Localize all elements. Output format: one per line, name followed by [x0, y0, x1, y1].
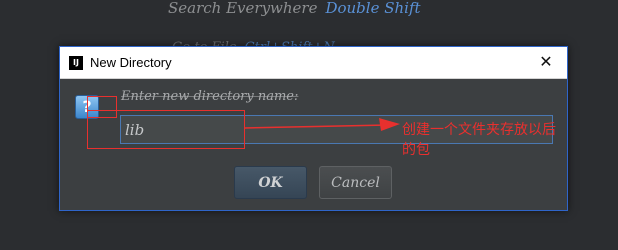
intellij-logo-icon: IJ: [69, 56, 83, 70]
dialog-title: New Directory: [90, 55, 172, 70]
directory-name-label: Enter new directory name:: [121, 89, 299, 104]
cancel-button[interactable]: Cancel: [319, 166, 392, 199]
search-everywhere-hint: Search Everywhere Double Shift: [168, 0, 421, 17]
annotation-box-input: [87, 110, 245, 149]
dialog-titlebar: IJ New Directory ✕: [60, 47, 567, 79]
annotation-arrow: [244, 118, 400, 131]
ok-button[interactable]: OK: [234, 166, 307, 199]
close-icon[interactable]: ✕: [537, 53, 555, 71]
search-everywhere-shortcut: Double Shift: [325, 0, 421, 17]
search-everywhere-label: Search Everywhere: [168, 0, 318, 17]
annotation-text: 创建一个文件夹存放以后的包: [402, 122, 556, 158]
